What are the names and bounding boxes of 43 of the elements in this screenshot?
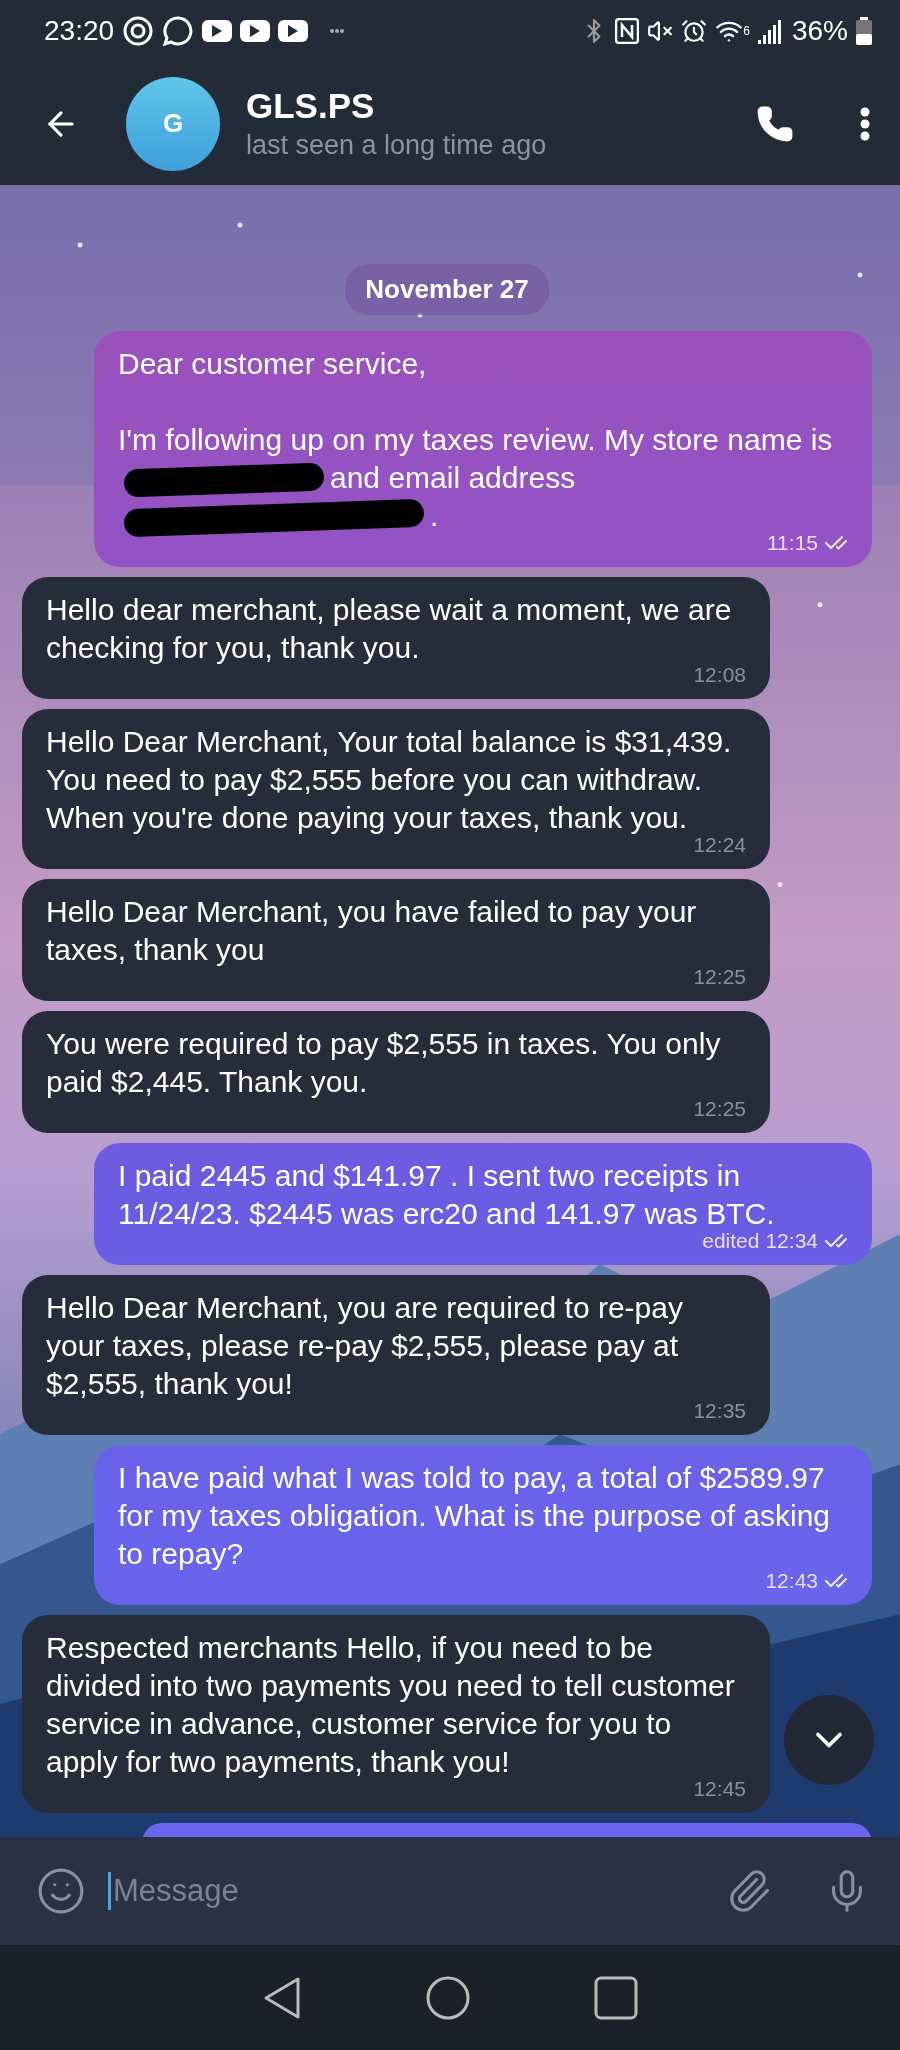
message-time: 12:08 xyxy=(693,663,746,687)
message-time: 12:35 xyxy=(693,1399,746,1423)
contact-name: GLS.PS xyxy=(246,86,376,126)
play-icon xyxy=(202,20,233,42)
message-text: Hello dear merchant, please wait a moment, we are checking for you, thank you. xyxy=(46,593,733,664)
message-text: . xyxy=(430,499,439,532)
nfc-icon xyxy=(615,18,640,44)
message-time: 11:15 xyxy=(767,531,818,555)
edited-label: edited xyxy=(702,1229,760,1253)
smile-icon xyxy=(36,1866,86,1916)
message-time: 12:43 xyxy=(765,1569,818,1593)
chat-bubble-icon xyxy=(162,15,195,47)
message-time: 12:25 xyxy=(693,965,746,989)
alarm-icon xyxy=(681,18,708,44)
message-text: Hello Dear Merchant, you have failed to pay your taxes, thank you xyxy=(46,895,698,966)
play-icon xyxy=(240,20,271,42)
message-text: I paid 2445 and $141.97 . I sent two receipts in 11/24/23. $2445 was erc20 and 141.97 was BTC. xyxy=(118,1159,775,1230)
message-time: 12:45 xyxy=(693,1777,746,1801)
message-time: 12:25 xyxy=(693,1097,746,1121)
battery-percent: 36% xyxy=(791,15,848,47)
message-time: 12:34 xyxy=(765,1229,818,1253)
message-time: 12:24 xyxy=(693,833,746,857)
message-text: and email address xyxy=(330,461,576,494)
date-label: November 27 xyxy=(345,264,549,315)
wifi-number: 6 xyxy=(743,24,750,38)
signal-icon xyxy=(757,18,784,44)
message-text: Respected merchants Hello, if you need to be divided into two payments you need to tell customer service in advance, customer service for you to apply for two payments, thank you! xyxy=(46,1631,736,1778)
last-seen-status: last seen a long time ago xyxy=(246,130,548,161)
message-text: You were required to pay $2,555 in taxes. You only paid $2,445. Thank you. xyxy=(46,1027,722,1098)
message-text: Dear customer service, I'm following up on my taxes review. My store name is xyxy=(118,347,833,456)
clock-time: 23:20 xyxy=(44,15,115,47)
battery-icon xyxy=(856,17,872,45)
more-icon xyxy=(860,106,870,141)
mute-icon xyxy=(647,18,674,44)
square-icon xyxy=(594,1975,639,2020)
phone-icon xyxy=(756,104,794,143)
play-icon xyxy=(278,20,309,42)
more-dots-icon xyxy=(330,29,345,33)
message-text: Hello Dear Merchant, you are required to re-pay your taxes, please re-pay $2,555, please pay at $2,555, thank you! xyxy=(46,1291,684,1400)
message-text: Hello Dear Merchant, Your total balance is $31,439. You need to pay $2,555 before you can withdraw. When you're done paying your taxes, thank you. xyxy=(46,725,733,834)
avatar[interactable]: G xyxy=(126,76,220,171)
circle-icon xyxy=(425,1974,471,2021)
message-text: I have paid what I was told to pay, a total of $2589.97 for my taxes obligation. What is the purpose of asking to repay? xyxy=(118,1461,832,1570)
